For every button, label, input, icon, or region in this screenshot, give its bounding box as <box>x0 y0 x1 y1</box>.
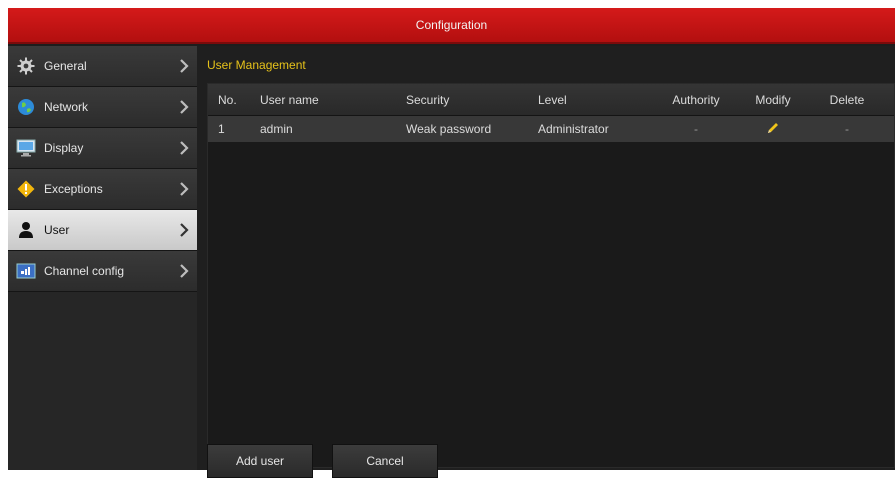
config-window: Configuration General Network Display Ex… <box>8 8 895 478</box>
sidebar-item-channel-config[interactable]: Channel config <box>8 251 197 292</box>
cell-delete[interactable]: - <box>817 122 877 136</box>
column-header-security: Security <box>406 92 450 107</box>
table-row[interactable]: 1 admin Weak password Administrator - - <box>208 116 894 142</box>
sidebar-item-label: Network <box>44 100 89 114</box>
channel-icon <box>8 263 44 279</box>
cell-no: 1 <box>218 122 225 136</box>
section-title: User Management <box>207 58 306 72</box>
sidebar-item-user[interactable]: User <box>8 210 197 251</box>
table-header: No. User name Security Level Authority M… <box>208 84 894 116</box>
globe-icon <box>8 98 44 116</box>
chevron-right-icon <box>180 264 189 278</box>
warning-icon <box>8 180 44 198</box>
main-panel: User Management No. User name Security L… <box>197 46 895 478</box>
sidebar-item-exceptions[interactable]: Exceptions <box>8 169 197 210</box>
column-header-user-name: User name <box>260 92 319 107</box>
column-header-level: Level <box>538 92 567 107</box>
sidebar-item-label: User <box>44 223 70 237</box>
sidebar-item-general[interactable]: General <box>8 46 197 87</box>
sidebar-item-display[interactable]: Display <box>8 128 197 169</box>
pencil-icon <box>768 122 778 133</box>
column-header-no: No. <box>218 92 237 107</box>
chevron-right-icon <box>180 223 189 237</box>
gear-icon <box>8 57 44 75</box>
chevron-right-icon <box>180 59 189 73</box>
sidebar-item-label: Display <box>44 141 84 155</box>
sidebar-item-network[interactable]: Network <box>8 87 197 128</box>
add-user-button[interactable]: Add user <box>207 444 313 478</box>
cell-user-name: admin <box>260 122 293 136</box>
column-header-modify: Modify <box>755 92 791 107</box>
user-table: No. User name Security Level Authority M… <box>207 83 895 468</box>
column-header-authority: Authority <box>672 92 720 107</box>
cell-level: Administrator <box>538 122 609 136</box>
cell-authority: - <box>694 122 698 136</box>
sidebar: General Network Display Exceptions User … <box>8 46 197 470</box>
sidebar-item-label: Exceptions <box>44 182 103 196</box>
chevron-right-icon <box>180 100 189 114</box>
user-icon <box>8 221 44 239</box>
monitor-icon <box>8 139 44 157</box>
cell-security: Weak password <box>406 122 492 136</box>
sidebar-item-label: Channel config <box>44 264 125 278</box>
chevron-right-icon <box>180 141 189 155</box>
chevron-right-icon <box>180 182 189 196</box>
modify-button[interactable] <box>729 121 817 138</box>
cancel-button[interactable]: Cancel <box>332 444 438 478</box>
window-title: Configuration <box>8 8 895 44</box>
column-header-delete: Delete <box>829 92 865 107</box>
sidebar-item-label: General <box>44 59 87 73</box>
